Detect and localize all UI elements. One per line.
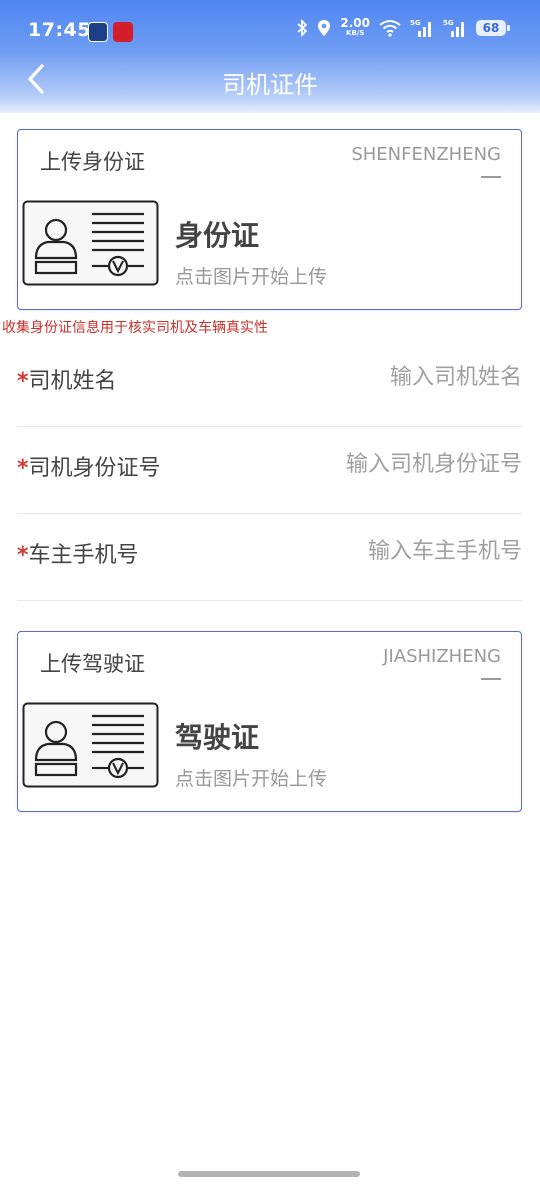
field-label: *司机姓名	[17, 363, 117, 395]
field-label: *车主手机号	[17, 537, 139, 569]
card-hint: 点击图片开始上传	[175, 768, 328, 790]
divider	[481, 176, 501, 178]
id-card-upload-card[interactable]: 上传身份证 SHENFENZHENG 身份证 点击图片开始上传	[17, 129, 522, 310]
required-mark: *	[17, 369, 29, 394]
driver-id-number-input[interactable]	[262, 446, 522, 482]
nav-bar: 司机证件	[0, 55, 540, 105]
card-pinyin: SHENFENZHENG	[351, 144, 501, 165]
header: 17:45 2.00 KB/S 5G 5G 68 司机证件	[0, 0, 540, 113]
wifi-icon	[379, 20, 401, 37]
field-label-text: 车主手机号	[28, 543, 139, 568]
signal-icon: 5G	[410, 19, 431, 37]
field-label: *司机身份证号	[17, 450, 161, 482]
driver-name-field: *司机姓名	[17, 341, 522, 427]
status-bar: 17:45 2.00 KB/S 5G 5G 68	[0, 14, 540, 50]
card-title: 身份证	[175, 219, 260, 252]
field-label-text: 司机身份证号	[28, 456, 161, 481]
home-indicator[interactable]	[178, 1171, 360, 1177]
signal-icon-2: 5G	[443, 19, 464, 37]
field-label-text: 司机姓名	[28, 369, 117, 394]
card-heading: 上传驾驶证	[40, 652, 145, 676]
page-title: 司机证件	[222, 71, 318, 99]
card-title: 驾驶证	[175, 721, 260, 754]
card-hint: 点击图片开始上传	[175, 266, 328, 288]
required-mark: *	[17, 543, 29, 568]
required-mark: *	[17, 456, 29, 481]
card-heading: 上传身份证	[40, 150, 145, 174]
location-icon	[318, 20, 331, 36]
owner-phone-input[interactable]	[262, 533, 522, 569]
id-card-illustration-icon[interactable]	[22, 200, 159, 286]
card-pinyin: JIASHIZHENG	[383, 646, 501, 667]
privacy-notice: 收集身份证信息用于核实司机及车辆真实性	[2, 320, 268, 336]
divider	[481, 678, 501, 680]
driving-license-upload-card[interactable]: 上传驾驶证 JIASHIZHENG 驾驶证 点击图片开始上传	[17, 631, 522, 812]
network-speed: 2.00 KB/S	[340, 17, 370, 38]
bluetooth-icon	[297, 19, 308, 37]
signal-label-2: 5G	[443, 19, 454, 27]
app-notification-icon-red	[113, 22, 133, 42]
app-notification-icon	[88, 22, 108, 42]
status-time: 17:45	[28, 19, 91, 41]
driver-name-input[interactable]	[262, 359, 522, 395]
driver-id-number-field: *司机身份证号	[17, 428, 522, 514]
status-icons: 2.00 KB/S 5G 5G 68	[296, 17, 510, 38]
battery-icon: 68	[476, 20, 510, 36]
owner-phone-field: *车主手机号	[17, 515, 522, 601]
license-illustration-icon[interactable]	[22, 702, 159, 788]
signal-label: 5G	[410, 19, 421, 27]
